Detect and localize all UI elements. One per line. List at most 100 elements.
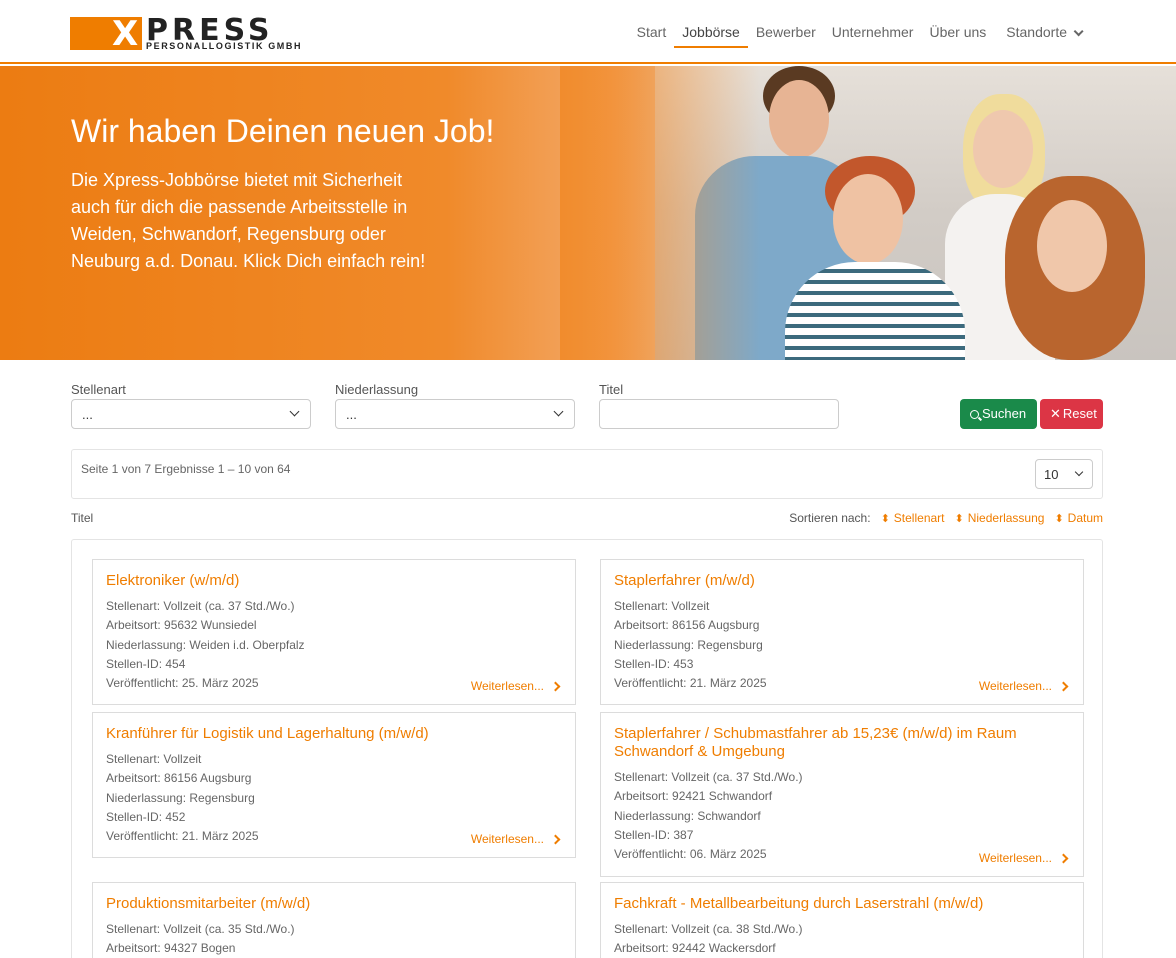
job-stellenart: Stellenart: Vollzeit (ca. 37 Std./Wo.) (614, 770, 803, 784)
sort-datum[interactable]: ⬍ Datum (1052, 511, 1103, 525)
job-id: Stellen-ID: 454 (106, 657, 186, 671)
per-page-select[interactable]: 10 (1035, 459, 1093, 489)
job-card[interactable]: Staplerfahrer / Schubmastfahrer ab 15,23… (600, 712, 1084, 877)
nav-standorte[interactable]: Standorte (994, 24, 1088, 48)
job-title[interactable]: Fachkraft - Metallbearbeitung durch Lase… (614, 895, 1072, 913)
job-date: Veröffentlicht: 25. März 2025 (106, 676, 259, 690)
job-niederlassung: Niederlassung: Schwandorf (614, 809, 761, 823)
chevron-down-icon (289, 406, 300, 417)
person-3-face (833, 174, 903, 264)
reset-button[interactable]: ✕ Reset (1040, 399, 1103, 429)
hero-title: Wir haben Deinen neuen Job! (71, 113, 495, 149)
read-more-label: Weiterlesen... (470, 832, 544, 846)
person-2-face (973, 110, 1033, 188)
search-button-label: Suchen (982, 406, 1027, 421)
chevron-right-icon (1058, 853, 1069, 864)
read-more-label: Weiterlesen... (470, 679, 544, 693)
job-date: Veröffentlicht: 06. März 2025 (614, 847, 767, 861)
site-header: X PRESS PERSONALLOGISTIK GMBH Start Jobb… (0, 0, 1176, 64)
sort-datum-label: Datum (1067, 511, 1103, 525)
job-stellenart: Stellenart: Vollzeit (614, 599, 710, 613)
sort-stellenart[interactable]: ⬍ Stellenart (879, 511, 945, 525)
job-card[interactable]: Produktionsmitarbeiter (m/w/d) Stellenar… (92, 882, 576, 958)
job-id: Stellen-ID: 387 (614, 828, 694, 842)
hero-banner: Wir haben Deinen neuen Job! Die Xpress-J… (0, 66, 1176, 360)
read-more-link[interactable]: Weiterlesen... (470, 679, 561, 693)
logo-mark: X (112, 14, 140, 54)
sort-stellenart-label: Stellenart (893, 511, 945, 525)
person-1-face (769, 80, 829, 158)
read-more-link[interactable]: Weiterlesen... (470, 832, 561, 846)
nav-bewerber[interactable]: Bewerber (748, 24, 824, 48)
search-icon (970, 410, 983, 421)
job-card[interactable]: Kranführer für Logistik und Lagerhaltung… (92, 712, 576, 858)
hero-fade (560, 66, 760, 360)
results-bar: Seite 1 von 7 Ergebnisse 1 – 10 von 64 1… (71, 449, 1103, 499)
results-summary: Seite 1 von 7 Ergebnisse 1 – 10 von 64 (81, 462, 291, 476)
job-niederlassung: Niederlassung: Weiden i.d. Oberpfalz (106, 638, 305, 652)
niederlassung-label: Niederlassung (335, 382, 419, 397)
job-arbeitsort: Arbeitsort: 92421 Schwandorf (614, 789, 773, 803)
job-arbeitsort: Arbeitsort: 94327 Bogen (106, 941, 236, 955)
chevron-down-icon (1074, 467, 1084, 477)
read-more-label: Weiterlesen... (978, 851, 1052, 865)
per-page-value: 10 (1044, 467, 1059, 482)
person-4-face (1037, 200, 1107, 292)
job-arbeitsort: Arbeitsort: 92442 Wackersdorf (614, 941, 776, 955)
sort-icon: ⬍ (954, 513, 964, 525)
nav-ueber-uns[interactable]: Über uns (921, 24, 994, 48)
job-arbeitsort: Arbeitsort: 86156 Augsburg (614, 618, 760, 632)
sort-bar: Sortieren nach: ⬍ Stellenart ⬍ Niederlassu… (789, 511, 1103, 525)
chevron-down-icon (1073, 26, 1084, 37)
job-card[interactable]: Staplerfahrer (m/w/d) Stellenart: Vollze… (600, 559, 1084, 705)
chevron-right-icon (550, 681, 561, 692)
nav-jobboerse[interactable]: Jobbörse (674, 24, 748, 48)
job-arbeitsort: Arbeitsort: 95632 Wunsiedel (106, 618, 257, 632)
sort-icon: ⬍ (1054, 513, 1064, 525)
job-title[interactable]: Elektroniker (w/m/d) (106, 572, 564, 590)
nav-start[interactable]: Start (629, 24, 675, 48)
read-more-link[interactable]: Weiterlesen... (978, 679, 1069, 693)
job-card[interactable]: Fachkraft - Metallbearbeitung durch Lase… (600, 882, 1084, 958)
job-title[interactable]: Staplerfahrer (m/w/d) (614, 572, 1072, 590)
main-nav: Start Jobbörse Bewerber Unternehmer Über… (629, 24, 1088, 48)
job-card[interactable]: Elektroniker (w/m/d) Stellenart: Vollzei… (92, 559, 576, 705)
job-id: Stellen-ID: 453 (614, 657, 694, 671)
job-date: Veröffentlicht: 21. März 2025 (106, 829, 259, 843)
job-list: Elektroniker (w/m/d) Stellenart: Vollzei… (71, 539, 1103, 958)
chevron-right-icon (1058, 681, 1069, 692)
read-more-link[interactable]: Weiterlesen... (978, 851, 1069, 865)
close-icon: ✕ (1050, 406, 1061, 421)
read-more-label: Weiterlesen... (978, 679, 1052, 693)
sort-icon: ⬍ (880, 513, 890, 525)
job-stellenart: Stellenart: Vollzeit (106, 752, 202, 766)
job-date: Veröffentlicht: 21. März 2025 (614, 676, 767, 690)
job-title[interactable]: Staplerfahrer / Schubmastfahrer ab 15,23… (614, 725, 1072, 761)
job-stellenart: Stellenart: Vollzeit (ca. 38 Std./Wo.) (614, 922, 803, 936)
sort-label: Sortieren nach: (789, 511, 871, 525)
reset-button-label: Reset (1062, 406, 1097, 421)
stellenart-select[interactable]: ... (71, 399, 311, 429)
logo-subtitle: PERSONALLOGISTIK GMBH (146, 41, 303, 51)
job-niederlassung: Niederlassung: Regensburg (614, 638, 763, 652)
stellenart-label: Stellenart (71, 382, 126, 397)
sort-niederlassung-label: Niederlassung (967, 511, 1045, 525)
job-title[interactable]: Produktionsmitarbeiter (m/w/d) (106, 895, 564, 913)
list-title-label: Titel (71, 511, 94, 525)
job-title[interactable]: Kranführer für Logistik und Lagerhaltung… (106, 725, 564, 743)
chevron-down-icon (553, 406, 564, 417)
search-button[interactable]: Suchen (960, 399, 1037, 429)
nav-unternehmer[interactable]: Unternehmer (824, 24, 922, 48)
nav-standorte-label: Standorte (1006, 24, 1067, 40)
titel-input[interactable] (599, 399, 839, 429)
niederlassung-select[interactable]: ... (335, 399, 575, 429)
stellenart-value: ... (82, 407, 93, 422)
company-logo[interactable]: X PRESS PERSONALLOGISTIK GMBH (70, 13, 306, 54)
job-stellenart: Stellenart: Vollzeit (ca. 37 Std./Wo.) (106, 599, 295, 613)
hero-text: Die Xpress-Jobbörse bietet mit Sicherhei… (71, 170, 426, 271)
job-niederlassung: Niederlassung: Regensburg (106, 791, 255, 805)
sort-niederlassung[interactable]: ⬍ Niederlassung (953, 511, 1045, 525)
job-stellenart: Stellenart: Vollzeit (ca. 35 Std./Wo.) (106, 922, 295, 936)
niederlassung-value: ... (346, 407, 357, 422)
titel-label: Titel (599, 382, 624, 397)
